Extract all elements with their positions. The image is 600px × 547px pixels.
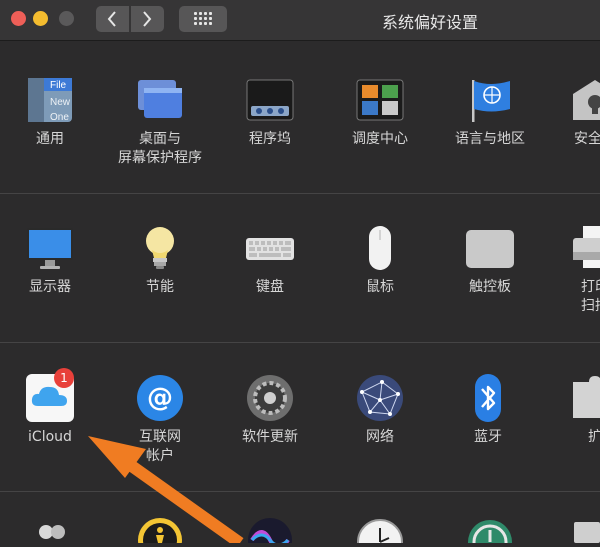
annotation-arrow xyxy=(88,436,244,543)
